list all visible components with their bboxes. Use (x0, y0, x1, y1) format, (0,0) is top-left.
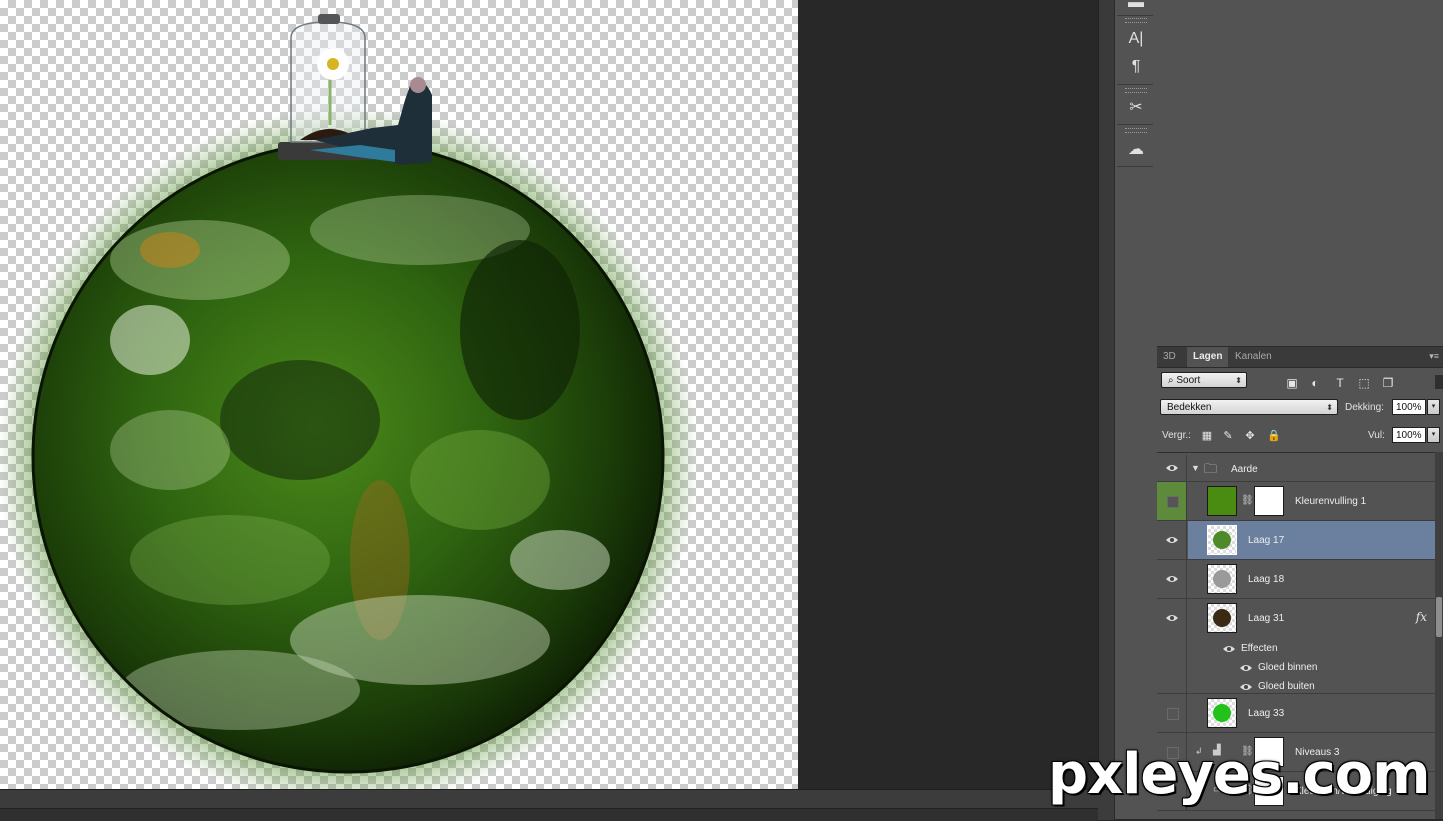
hidden-visibility-box (1167, 496, 1179, 508)
layer-row-laag-33[interactable]: Laag 33 (1157, 694, 1435, 733)
eye-icon[interactable] (1223, 645, 1235, 653)
tab-layers[interactable]: Lagen (1187, 347, 1229, 367)
visibility-toggle[interactable] (1157, 521, 1187, 559)
filter-toggle[interactable] (1435, 375, 1443, 389)
eye-icon[interactable] (1240, 683, 1252, 691)
tab-3d[interactable]: 3D (1157, 347, 1182, 367)
visibility-toggle[interactable] (1157, 560, 1187, 598)
layer-row-laag-31[interactable]: Laag 31 fx Effecten Gloed binnen Gloed b… (1157, 599, 1435, 694)
artwork-planet (0, 14, 698, 789)
layer-name: Laag 31 (1248, 613, 1285, 624)
shape-filter-icon[interactable]: ⬚ (1357, 377, 1371, 389)
collapse-icon[interactable]: ▬ (1124, 0, 1148, 14)
panel-tabs: 3D Lagen Kanalen ▾≡ (1157, 347, 1443, 368)
layer-row-kleurenvulling[interactable]: ⛓ Kleurenvulling 1 (1157, 482, 1435, 521)
upper-panel (1157, 0, 1443, 347)
disclosure-triangle-icon[interactable]: ▼ (1191, 463, 1200, 473)
eye-icon (1166, 537, 1178, 543)
layer-row-laag-17[interactable]: Laag 17 (1157, 521, 1435, 560)
smartobject-filter-icon[interactable]: ❐ (1381, 377, 1395, 389)
effects-label: Effecten (1241, 643, 1278, 654)
layer-name: Aarde (1231, 464, 1258, 475)
fill-field[interactable]: 100% (1392, 427, 1426, 443)
layer-row-aarde[interactable]: ▼ 🗀 Aarde (1157, 455, 1435, 482)
blend-mode-value: Bedekken (1167, 402, 1212, 413)
visibility-toggle[interactable] (1157, 694, 1187, 732)
panel-dock-strip: ▬ A| ¶ ✂ ☁ (1114, 0, 1158, 819)
layer-name: Laag 33 (1248, 708, 1285, 719)
layer-thumbnail (1207, 698, 1237, 728)
lock-position-icon[interactable]: ✥ (1244, 430, 1256, 442)
tab-channels[interactable]: Kanalen (1229, 347, 1278, 367)
character-panel-icon[interactable]: A| (1124, 28, 1148, 50)
watermark-logo: pxleyes.com (1048, 742, 1430, 807)
lock-label: Vergr.: (1162, 430, 1191, 441)
mask-thumbnail[interactable] (1254, 486, 1284, 516)
opacity-label: Dekking: (1345, 402, 1384, 413)
chevron-updown-icon: ⬍ (1235, 376, 1242, 385)
eye-icon (1166, 465, 1178, 471)
effect-inner-glow[interactable]: Gloed binnen (1258, 662, 1318, 673)
status-bar (0, 789, 1114, 821)
type-filter-icon[interactable]: T (1333, 377, 1347, 389)
eye-icon[interactable] (1240, 664, 1252, 672)
filter-kind-value: Soort (1176, 375, 1201, 386)
fx-icon[interactable]: fx (1416, 610, 1427, 624)
lock-transparency-icon[interactable]: ▦ (1201, 430, 1213, 442)
layer-name: Laag 17 (1248, 535, 1285, 546)
opacity-field[interactable]: 100% (1392, 399, 1426, 415)
layer-thumbnail (1207, 564, 1237, 594)
panel-menu-icon[interactable]: ▾≡ (1429, 351, 1439, 362)
folder-icon: 🗀 (1204, 461, 1218, 476)
eye-icon (1166, 615, 1178, 621)
visibility-toggle[interactable] (1157, 455, 1187, 481)
layer-name: Laag 18 (1248, 574, 1285, 585)
eye-icon (1166, 576, 1178, 582)
blend-mode-dropdown[interactable]: Bedekken ⬍ (1160, 399, 1338, 415)
layer-row-laag-18[interactable]: Laag 18 (1157, 560, 1435, 599)
opacity-slider-toggle[interactable]: ▾ (1427, 399, 1440, 415)
effect-outer-glow[interactable]: Gloed buiten (1258, 681, 1315, 692)
scrollbar-thumb[interactable] (1436, 597, 1442, 637)
lock-pixels-icon[interactable]: ✎ (1222, 430, 1234, 442)
chevron-updown-icon: ⬍ (1326, 403, 1333, 412)
layers-scrollbar[interactable] (1435, 452, 1443, 819)
image-filter-icon[interactable]: ▣ (1285, 377, 1299, 389)
visibility-toggle[interactable] (1157, 599, 1187, 693)
document-canvas[interactable] (0, 0, 798, 789)
layer-thumbnail (1207, 486, 1237, 516)
paragraph-panel-icon[interactable]: ¶ (1124, 56, 1148, 78)
lock-all-icon[interactable]: 🔒 (1267, 430, 1281, 442)
link-icon[interactable]: ⛓ (1241, 495, 1254, 507)
layer-thumbnail (1207, 525, 1237, 555)
fill-label: Vul: (1368, 430, 1385, 441)
tool-presets-icon[interactable]: ✂ (1124, 97, 1148, 119)
hidden-visibility-box (1167, 708, 1179, 720)
fill-slider-toggle[interactable]: ▾ (1427, 427, 1440, 443)
layer-name: Kleurenvulling 1 (1295, 496, 1367, 507)
creative-cloud-icon[interactable]: ☁ (1124, 139, 1148, 161)
filter-kind-dropdown[interactable]: ⌕ Soort ⬍ (1161, 372, 1247, 388)
layer-thumbnail (1207, 603, 1237, 633)
adjustment-filter-icon[interactable]: ◐ (1308, 377, 1322, 389)
pasteboard (798, 0, 1098, 789)
visibility-toggle[interactable] (1157, 482, 1187, 520)
vertical-scrollbar[interactable] (1098, 0, 1115, 789)
